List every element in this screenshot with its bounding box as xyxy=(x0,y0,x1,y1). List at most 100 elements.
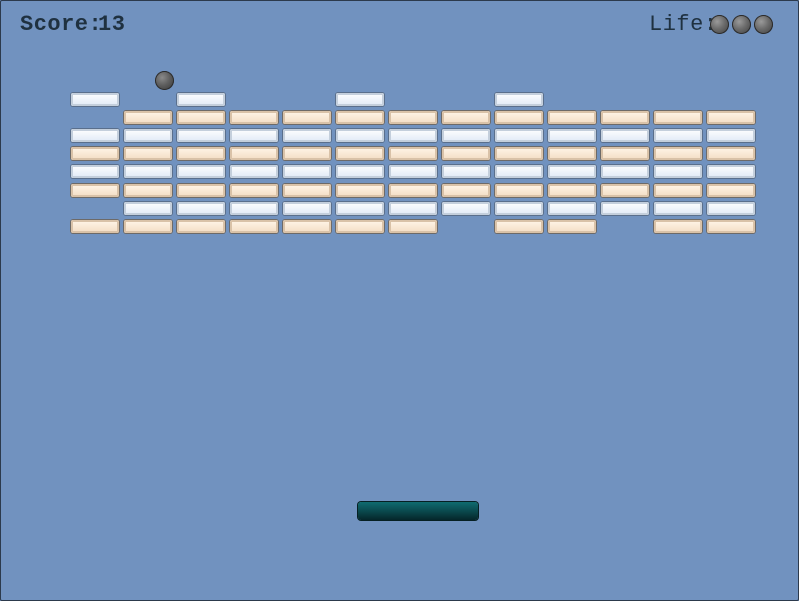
brick xyxy=(442,184,490,197)
brick xyxy=(336,165,384,178)
brick xyxy=(548,220,596,233)
brick xyxy=(707,202,755,215)
brick xyxy=(495,111,543,124)
brick xyxy=(230,165,278,178)
brick xyxy=(442,165,490,178)
brick xyxy=(548,165,596,178)
brick xyxy=(71,184,119,197)
brick xyxy=(177,93,225,106)
life-ball-icon xyxy=(710,15,729,34)
brick xyxy=(177,202,225,215)
brick xyxy=(707,111,755,124)
brick xyxy=(654,165,702,178)
game-canvas[interactable]: Score: 13 Life: xyxy=(0,0,799,601)
brick xyxy=(230,129,278,142)
brick xyxy=(601,165,649,178)
brick xyxy=(654,202,702,215)
brick xyxy=(601,111,649,124)
brick xyxy=(230,111,278,124)
brick xyxy=(442,147,490,160)
brick xyxy=(389,202,437,215)
brick xyxy=(283,202,331,215)
brick xyxy=(707,129,755,142)
brick xyxy=(654,129,702,142)
brick xyxy=(654,111,702,124)
brick xyxy=(336,111,384,124)
brick xyxy=(124,111,172,124)
brick xyxy=(177,184,225,197)
brick xyxy=(389,129,437,142)
brick xyxy=(389,165,437,178)
score-value: 13 xyxy=(98,12,126,37)
brick xyxy=(495,129,543,142)
brick xyxy=(336,147,384,160)
brick xyxy=(601,147,649,160)
brick xyxy=(124,184,172,197)
brick xyxy=(495,93,543,106)
life-ball-icon xyxy=(732,15,751,34)
brick xyxy=(495,165,543,178)
brick xyxy=(548,111,596,124)
brick xyxy=(707,184,755,197)
brick xyxy=(283,129,331,142)
brick xyxy=(442,129,490,142)
brick xyxy=(707,147,755,160)
brick xyxy=(548,202,596,215)
brick xyxy=(71,220,119,233)
brick xyxy=(336,129,384,142)
brick xyxy=(283,147,331,160)
brick xyxy=(548,129,596,142)
brick xyxy=(230,147,278,160)
brick xyxy=(654,147,702,160)
brick xyxy=(177,111,225,124)
brick xyxy=(654,220,702,233)
brick xyxy=(495,220,543,233)
brick xyxy=(601,129,649,142)
brick xyxy=(283,184,331,197)
brick xyxy=(124,165,172,178)
brick xyxy=(336,93,384,106)
brick xyxy=(177,147,225,160)
brick xyxy=(548,147,596,160)
brick xyxy=(230,220,278,233)
paddle[interactable] xyxy=(358,502,478,520)
brick xyxy=(389,220,437,233)
brick xyxy=(707,165,755,178)
brick xyxy=(71,147,119,160)
brick xyxy=(71,129,119,142)
brick xyxy=(548,184,596,197)
brick xyxy=(177,129,225,142)
brick xyxy=(601,184,649,197)
brick xyxy=(495,147,543,160)
brick xyxy=(495,202,543,215)
brick xyxy=(442,111,490,124)
life-label: Life: xyxy=(649,12,718,37)
brick xyxy=(177,165,225,178)
brick xyxy=(336,220,384,233)
brick xyxy=(124,202,172,215)
brick xyxy=(71,93,119,106)
brick xyxy=(124,129,172,142)
brick xyxy=(71,165,119,178)
brick xyxy=(389,147,437,160)
brick xyxy=(124,147,172,160)
brick xyxy=(495,184,543,197)
brick xyxy=(177,220,225,233)
brick xyxy=(654,184,702,197)
brick xyxy=(601,202,649,215)
brick xyxy=(707,220,755,233)
brick xyxy=(389,111,437,124)
brick xyxy=(336,184,384,197)
brick xyxy=(389,184,437,197)
brick xyxy=(336,202,384,215)
brick xyxy=(442,202,490,215)
brick xyxy=(283,165,331,178)
brick xyxy=(124,220,172,233)
score-label: Score: xyxy=(20,12,103,37)
brick xyxy=(283,220,331,233)
life-ball-icon xyxy=(754,15,773,34)
brick xyxy=(230,184,278,197)
brick xyxy=(283,111,331,124)
ball xyxy=(155,71,174,90)
brick xyxy=(230,202,278,215)
